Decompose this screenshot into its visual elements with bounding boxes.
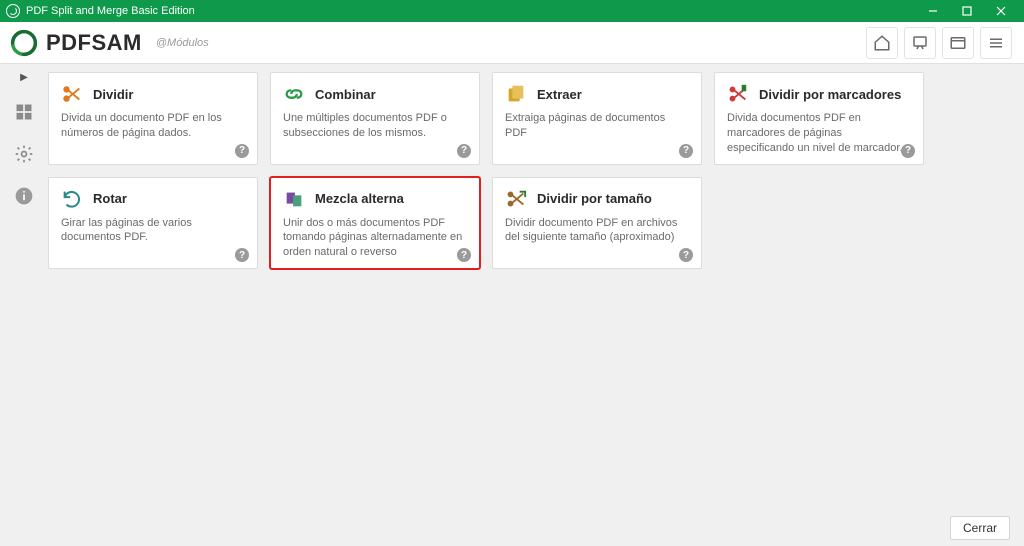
- module-desc: Divida un documento PDF en los números d…: [61, 111, 245, 141]
- module-card-dividir-marcadores[interactable]: Dividir por marcadores Divida documentos…: [714, 72, 924, 165]
- help-icon[interactable]: ?: [457, 144, 471, 158]
- help-icon[interactable]: ?: [235, 144, 249, 158]
- help-icon[interactable]: ?: [679, 248, 693, 262]
- scissors-bookmark-icon: [727, 83, 749, 105]
- minimize-button[interactable]: [916, 0, 950, 22]
- sidebar-modules-button[interactable]: [11, 99, 37, 125]
- home-button[interactable]: [866, 27, 898, 59]
- extract-icon: [505, 83, 527, 105]
- menu-button[interactable]: [980, 27, 1012, 59]
- help-icon[interactable]: ?: [235, 248, 249, 262]
- alternate-mix-icon: [283, 188, 305, 210]
- module-desc: Girar las páginas de varios documentos P…: [61, 216, 245, 246]
- module-desc: Divida documentos PDF en marcadores de p…: [727, 111, 911, 156]
- module-card-mezcla-alterna[interactable]: Mezcla alterna Unir dos o más documentos…: [270, 177, 480, 270]
- modules-panel: Dividir Divida un documento PDF en los n…: [48, 64, 1024, 510]
- help-icon[interactable]: ?: [679, 144, 693, 158]
- close-button[interactable]: Cerrar: [950, 516, 1010, 540]
- sidebar-settings-button[interactable]: [11, 141, 37, 167]
- module-title: Dividir: [93, 87, 133, 102]
- window-close-button[interactable]: [984, 0, 1018, 22]
- module-title: Extraer: [537, 87, 582, 102]
- module-title: Rotar: [93, 191, 127, 206]
- module-title: Dividir por marcadores: [759, 87, 901, 102]
- logo-text: PDFSAM: [46, 30, 142, 56]
- module-title: Mezcla alterna: [315, 191, 404, 206]
- module-card-rotar[interactable]: Rotar Girar las páginas de varios docume…: [48, 177, 258, 270]
- log-button[interactable]: [942, 27, 974, 59]
- module-title: Combinar: [315, 87, 376, 102]
- titlebar: PDF Split and Merge Basic Edition: [0, 0, 1024, 22]
- maximize-button[interactable]: [950, 0, 984, 22]
- scissors-size-icon: [505, 188, 527, 210]
- sidebar: ▶: [0, 64, 48, 510]
- rotate-icon: [61, 188, 83, 210]
- window-title: PDF Split and Merge Basic Edition: [26, 5, 916, 17]
- link-icon: [283, 83, 305, 105]
- scissors-icon: [61, 83, 83, 105]
- sidebar-expand-toggle[interactable]: ▶: [20, 72, 28, 83]
- module-card-dividir[interactable]: Dividir Divida un documento PDF en los n…: [48, 72, 258, 165]
- module-desc: Extraiga páginas de documentos PDF: [505, 111, 689, 141]
- help-icon[interactable]: ?: [901, 144, 915, 158]
- module-card-combinar[interactable]: Combinar Une múltiples documentos PDF o …: [270, 72, 480, 165]
- sidebar-info-button[interactable]: [11, 183, 37, 209]
- module-desc: Unir dos o más documentos PDF tomando pá…: [283, 216, 467, 261]
- breadcrumb: @Módulos: [156, 37, 209, 49]
- logo: PDFSAM @Módulos: [10, 29, 209, 57]
- topbar: PDFSAM @Módulos: [0, 22, 1024, 64]
- module-desc: Une múltiples documentos PDF o subseccio…: [283, 111, 467, 141]
- module-desc: Dividir documento PDF en archivos del si…: [505, 216, 689, 246]
- app-icon: [6, 4, 20, 18]
- notifications-button[interactable]: [904, 27, 936, 59]
- logo-icon: [10, 29, 38, 57]
- module-card-extraer[interactable]: Extraer Extraiga páginas de documentos P…: [492, 72, 702, 165]
- module-title: Dividir por tamaño: [537, 191, 652, 206]
- help-icon[interactable]: ?: [457, 248, 471, 262]
- footer: Cerrar: [0, 510, 1024, 546]
- module-card-dividir-tamano[interactable]: Dividir por tamaño Dividir documento PDF…: [492, 177, 702, 270]
